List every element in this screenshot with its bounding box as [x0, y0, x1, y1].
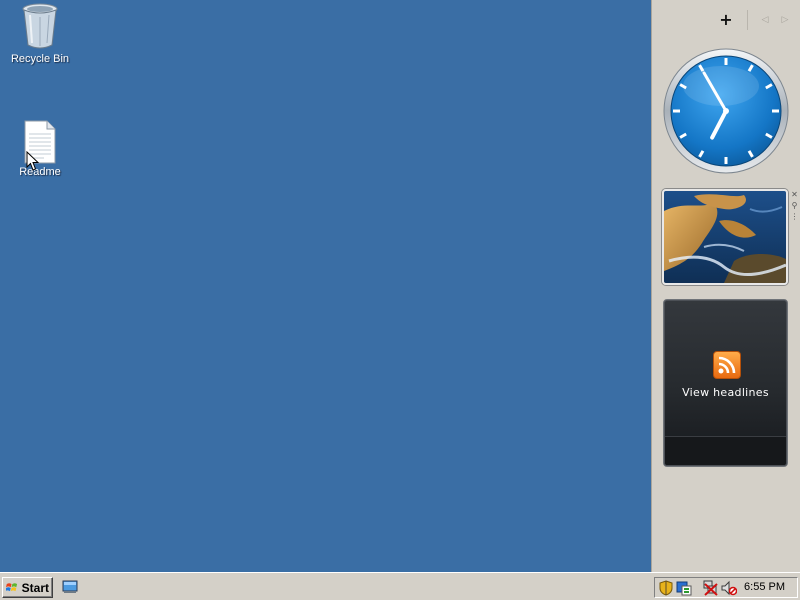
drag-handle-icon[interactable]: ⋮ — [790, 212, 799, 221]
taskbar: Start 6:55 PM — [0, 572, 800, 600]
clock-gadget[interactable] — [663, 48, 789, 174]
security-shield-icon[interactable] — [658, 580, 674, 596]
previous-page-button[interactable]: ◁ — [758, 10, 772, 30]
start-button[interactable]: Start — [2, 577, 53, 598]
next-page-button[interactable]: ▷ — [778, 10, 792, 30]
slideshow-gadget[interactable] — [662, 189, 788, 285]
taskbar-clock[interactable]: 6:55 PM — [744, 581, 785, 593]
recycle-bin-icon — [22, 3, 58, 49]
rss-feed-icon — [713, 351, 741, 379]
recycle-bin-shortcut[interactable]: Recycle Bin — [2, 3, 78, 65]
readme-label: Readme — [19, 166, 61, 178]
feed-footer — [665, 436, 786, 465]
windows-logo-icon — [6, 582, 18, 591]
close-icon[interactable]: ✕ — [790, 190, 799, 199]
start-label: Start — [21, 580, 49, 595]
volume-muted-icon[interactable] — [721, 580, 737, 596]
sidebar-controls-divider — [747, 10, 748, 30]
language-bar-icon[interactable] — [676, 580, 692, 596]
mouse-cursor-icon — [26, 151, 39, 171]
readme-shortcut[interactable]: Readme — [2, 120, 78, 178]
gadget-toolbar: ✕ ⚲ ⋮ — [789, 190, 800, 221]
show-desktop-icon[interactable] — [62, 579, 78, 595]
network-disconnected-icon[interactable] — [703, 580, 719, 596]
recycle-bin-label: Recycle Bin — [10, 53, 70, 65]
add-gadget-button[interactable]: + — [715, 9, 737, 31]
desktop[interactable]: Recycle Bin Readme — [0, 0, 651, 572]
slideshow-photo — [664, 191, 786, 283]
feed-headlines-gadget[interactable]: View headlines — [663, 299, 788, 467]
options-icon[interactable]: ⚲ — [790, 201, 799, 210]
sidebar-controls: + ◁ ▷ — [715, 8, 792, 32]
system-tray: 6:55 PM — [654, 577, 798, 598]
view-headlines-link[interactable]: View headlines — [664, 386, 787, 399]
